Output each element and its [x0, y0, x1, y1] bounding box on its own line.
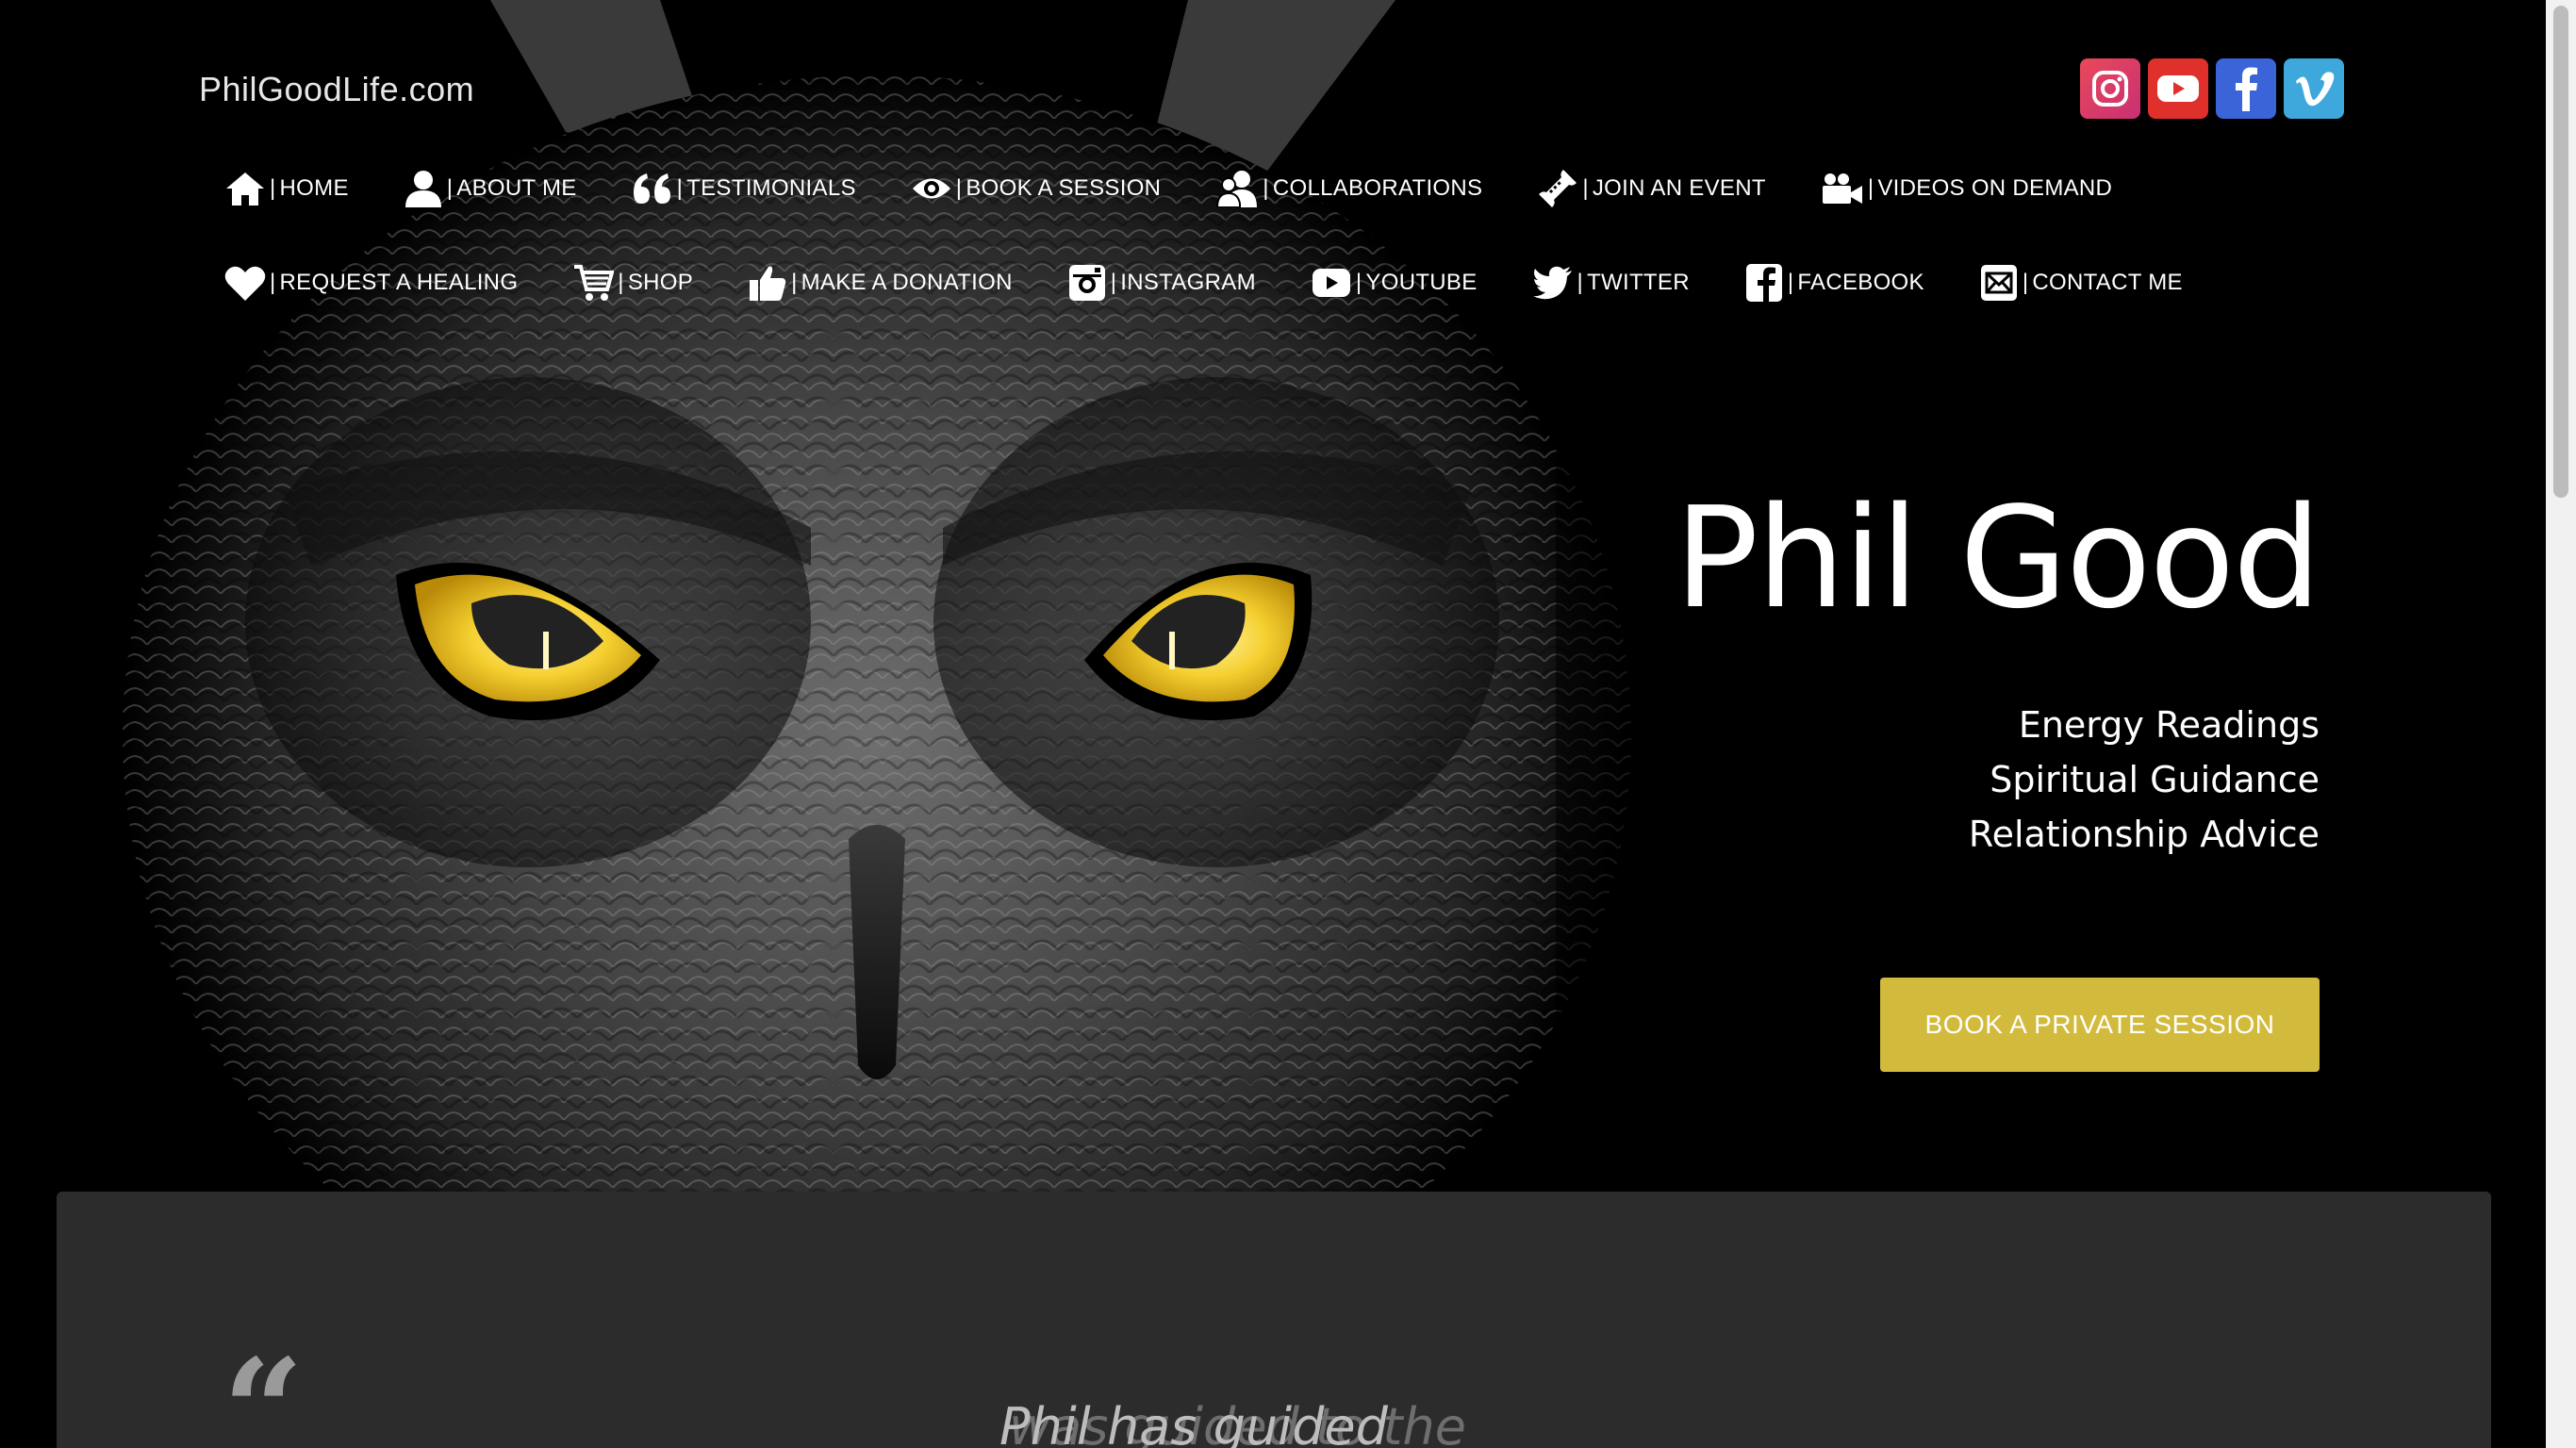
scrollbar-thumb[interactable]	[2553, 6, 2568, 498]
site-brand[interactable]: PhilGoodLife.com	[199, 70, 474, 109]
facebook-icon[interactable]	[2216, 58, 2276, 119]
ticket-icon	[1539, 170, 1577, 207]
nav-home[interactable]: | HOME	[224, 170, 349, 207]
hero-title: Phil Good	[1674, 477, 2321, 639]
users-icon	[1216, 171, 1258, 207]
instagram-icon	[1068, 265, 1105, 301]
nav-request-a-healing[interactable]: | REQUEST A HEALING	[224, 264, 518, 302]
youtube-icon	[1312, 269, 1350, 297]
quote-mark-icon: “	[223, 1328, 305, 1448]
nav-shop[interactable]: | SHOP	[572, 263, 693, 303]
nav-testimonials-label: TESTIMONIALS	[686, 175, 856, 201]
envelope-icon	[1980, 265, 2017, 301]
nav-make-a-donation[interactable]: | MAKE A DONATION	[748, 263, 1013, 303]
twitter-icon	[1532, 266, 1572, 300]
nav-book-a-session[interactable]: | BOOK A SESSION	[911, 174, 1162, 203]
eye-icon	[912, 178, 950, 199]
quote-icon	[633, 173, 670, 204]
main-nav-row-1: | HOME | ABOUT ME | TESTIMONIALS | BOOK …	[224, 168, 2112, 209]
service-item: Energy Readings	[2018, 704, 2320, 746]
nav-twitter-label: TWITTER	[1587, 270, 1690, 295]
nav-videos-on-demand-label: VIDEOS ON DEMAND	[1877, 175, 2113, 201]
nav-join-an-event[interactable]: | JOIN AN EVENT	[1537, 168, 1766, 209]
main-nav-row-2: | REQUEST A HEALING | SHOP | MAKE A DONA…	[224, 262, 2183, 304]
cart-icon	[574, 265, 615, 301]
nav-home-label: HOME	[279, 175, 349, 201]
thumbs-up-icon	[750, 266, 786, 301]
nav-contact-me[interactable]: | CONTACT ME	[1979, 263, 2183, 303]
testimonials-section: “ was guided to the Phil has guided	[57, 1192, 2491, 1448]
nav-youtube-label: YOUTUBE	[1365, 270, 1478, 295]
service-item: Relationship Advice	[1968, 814, 2320, 855]
book-private-session-button[interactable]: BOOK A PRIVATE SESSION	[1880, 978, 2320, 1072]
nav-instagram-label: INSTAGRAM	[1120, 270, 1256, 295]
nav-collaborations[interactable]: | COLLABORATIONS	[1215, 170, 1482, 207]
nav-contact-me-label: CONTACT ME	[2032, 270, 2183, 295]
testimonial-text: Phil has guided	[999, 1397, 1388, 1448]
services-list: Energy Readings Spiritual Guidance Relat…	[1969, 698, 2320, 862]
page: PhilGoodLife.com | HOME | ABOUT ME | TES…	[0, 0, 2576, 1448]
social-icons	[2080, 58, 2344, 119]
page-scrollbar[interactable]	[2546, 0, 2576, 1448]
video-camera-icon	[1822, 173, 1862, 204]
nav-testimonials[interactable]: | TESTIMONIALS	[632, 172, 856, 206]
nav-videos-on-demand[interactable]: | VIDEOS ON DEMAND	[1821, 172, 2112, 206]
nav-facebook[interactable]: | FACEBOOK	[1744, 262, 1924, 304]
nav-instagram[interactable]: | INSTAGRAM	[1067, 263, 1256, 303]
nav-twitter[interactable]: | TWITTER	[1532, 266, 1690, 300]
nav-youtube[interactable]: | YOUTUBE	[1311, 266, 1478, 300]
nav-facebook-label: FACEBOOK	[1797, 270, 1924, 295]
nav-shop-label: SHOP	[627, 270, 694, 295]
heart-icon	[224, 266, 266, 301]
instagram-icon[interactable]	[2080, 58, 2140, 119]
vimeo-icon[interactable]	[2284, 58, 2344, 119]
nav-about-me-label: ABOUT ME	[456, 175, 577, 201]
nav-request-a-healing-label: REQUEST A HEALING	[279, 270, 519, 295]
nav-join-an-event-label: JOIN AN EVENT	[1592, 175, 1766, 201]
home-icon	[226, 173, 264, 206]
facebook-icon	[1745, 264, 1782, 302]
person-icon	[405, 171, 441, 207]
nav-collaborations-label: COLLABORATIONS	[1272, 175, 1483, 201]
nav-make-a-donation-label: MAKE A DONATION	[801, 270, 1013, 295]
nav-about-me[interactable]: | ABOUT ME	[404, 170, 577, 207]
nav-book-a-session-label: BOOK A SESSION	[966, 175, 1162, 201]
youtube-icon[interactable]	[2148, 58, 2208, 119]
service-item: Spiritual Guidance	[1990, 759, 2320, 800]
